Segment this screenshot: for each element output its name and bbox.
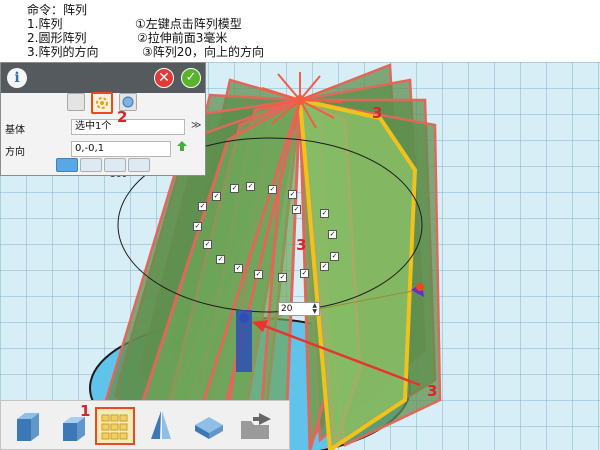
instance-checkbox[interactable]: ✓ xyxy=(193,222,202,231)
instance-checkbox[interactable]: ✓ xyxy=(278,273,287,282)
instance-checkbox[interactable]: ✓ xyxy=(330,252,339,261)
mirror-tool-button[interactable] xyxy=(141,407,181,445)
step-2: 2.圆形阵列 xyxy=(27,31,87,45)
direction-field[interactable]: 0,-0,1 xyxy=(71,141,171,157)
circular-array-mode-button[interactable] xyxy=(91,92,113,114)
instance-checkbox[interactable]: ✓ xyxy=(198,202,207,211)
move-icon xyxy=(195,417,223,439)
direction-button-up[interactable] xyxy=(56,158,78,172)
instance-checkbox[interactable]: ✓ xyxy=(268,185,277,194)
instance-checkbox[interactable]: ✓ xyxy=(328,230,337,239)
extrude-tool-button[interactable] xyxy=(7,407,47,445)
instance-checkbox[interactable]: ✓ xyxy=(320,262,329,271)
base-label: 基体 xyxy=(5,125,25,136)
note-3: ③阵列20，向上的方向 xyxy=(142,45,265,59)
circular-array-icon xyxy=(96,97,108,109)
instance-checkbox[interactable]: ✓ xyxy=(203,240,212,249)
instance-checkbox[interactable]: ✓ xyxy=(320,209,329,218)
callout-number-3: 3 xyxy=(372,104,383,122)
instance-checkbox[interactable]: ✓ xyxy=(234,264,243,273)
base-field[interactable]: 选中1个 xyxy=(71,119,185,135)
instance-checkbox[interactable]: ✓ xyxy=(254,270,263,279)
linear-array-icon xyxy=(101,414,128,440)
instructions-header: 命令：阵列 1.阵列 2.圆形阵列 3.阵列的方向 ①左键点击阵列模型 ②拉伸前… xyxy=(0,0,600,62)
arrow-up-icon[interactable] xyxy=(176,140,188,152)
instance-checkbox[interactable]: ✓ xyxy=(292,205,301,214)
array-tool-button[interactable] xyxy=(95,407,135,445)
direction-button-down[interactable] xyxy=(128,158,150,172)
command-title: 命令：阵列 xyxy=(27,3,88,17)
instance-checkbox[interactable]: ✓ xyxy=(300,269,309,278)
instance-checkbox[interactable]: ✓ xyxy=(246,182,255,191)
direction-label: 方向 xyxy=(5,147,25,158)
callout-number-2: 2 xyxy=(117,108,128,126)
callout-number-1: 1 xyxy=(80,402,91,420)
move-tool-button[interactable] xyxy=(189,407,229,445)
array-count-value: 20 xyxy=(281,304,293,314)
collapse-icon[interactable]: ≫ xyxy=(191,120,201,131)
export-icon xyxy=(241,413,271,439)
callout-number-3: 3 xyxy=(427,382,438,400)
instance-checkbox[interactable]: ✓ xyxy=(212,192,221,201)
bottom-toolbar xyxy=(0,400,290,450)
note-1: ①左键点击阵列模型 xyxy=(135,17,242,31)
step-1: 1.阵列 xyxy=(27,17,63,31)
linear-array-mode-button[interactable] xyxy=(67,93,85,111)
direction-button-right[interactable] xyxy=(80,158,102,172)
callout-number-3: 3 xyxy=(296,236,307,254)
export-tool-button[interactable] xyxy=(237,407,277,445)
spinner-arrows-icon[interactable]: ▲ ▼ xyxy=(312,303,317,315)
note-2: ②拉伸前面3毫米 xyxy=(137,31,228,45)
panel-titlebar: i ✕ ✓ xyxy=(1,63,205,93)
extrude-icon xyxy=(17,413,39,441)
array-count-spinner[interactable]: 20 ▲ ▼ xyxy=(278,302,320,316)
direction-button-left[interactable] xyxy=(104,158,126,172)
instance-checkbox[interactable]: ✓ xyxy=(288,190,297,199)
instance-checkbox[interactable]: ✓ xyxy=(216,255,225,264)
mirror-icon xyxy=(151,411,171,439)
confirm-icon[interactable]: ✓ xyxy=(181,68,201,88)
info-icon[interactable]: i xyxy=(7,68,27,88)
close-icon[interactable]: ✕ xyxy=(154,68,174,88)
step-3: 3.阵列的方向 xyxy=(27,45,99,59)
array-property-panel: i ✕ ✓ 基体 选中1个 ≫ 方向 0,-0,1 xyxy=(0,62,206,176)
instance-checkbox[interactable]: ✓ xyxy=(230,184,239,193)
